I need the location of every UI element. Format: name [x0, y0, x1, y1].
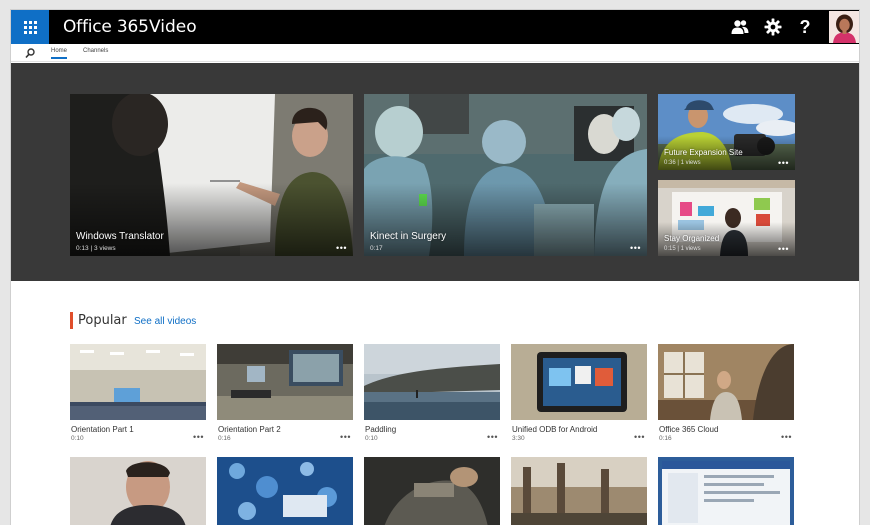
video-duration: 0:10 — [71, 435, 84, 442]
suite-brand[interactable]: Office 365 — [63, 17, 149, 37]
video-thumbnail — [658, 344, 794, 420]
video-title: Office 365 Cloud — [659, 425, 719, 434]
video-card-row2-4[interactable] — [511, 457, 647, 525]
search-icon[interactable] — [24, 47, 36, 59]
more-options-icon[interactable]: ••• — [487, 432, 498, 442]
more-options-icon[interactable]: ••• — [340, 432, 351, 442]
gear-icon — [764, 18, 782, 36]
tile-meta: 0:15 | 1 views — [664, 246, 701, 252]
app-window: Office 365 Video ? Home Channels Windows… — [10, 9, 860, 525]
featured-tile-windows-translator[interactable]: Windows Translator 0:13 | 3 views ••• — [70, 94, 353, 256]
app-launcher-icon — [23, 20, 37, 34]
video-title: Paddling — [365, 425, 397, 434]
app-title[interactable]: Video — [149, 17, 197, 37]
tile-title: Stay Organized — [664, 234, 720, 243]
user-avatar[interactable] — [829, 11, 859, 43]
tile-meta: 0:36 | 1 views — [664, 160, 701, 166]
video-card-row2-3[interactable] — [364, 457, 500, 525]
video-card-row2-5[interactable] — [658, 457, 794, 525]
settings-button[interactable] — [762, 16, 784, 38]
video-thumbnail — [217, 344, 353, 420]
more-options-icon[interactable]: ••• — [781, 432, 792, 442]
video-title: Orientation Part 2 — [218, 425, 281, 434]
video-duration: 0:10 — [365, 435, 378, 442]
video-title: Orientation Part 1 — [71, 425, 134, 434]
see-all-videos-link[interactable]: See all videos — [134, 316, 196, 327]
video-thumbnail — [70, 344, 206, 420]
more-options-icon[interactable]: ••• — [778, 159, 789, 168]
more-options-icon[interactable]: ••• — [634, 432, 645, 442]
nav-bar: Home Channels — [11, 44, 859, 62]
tile-title: Future Expansion Site — [664, 148, 743, 157]
video-card-row2-2[interactable] — [217, 457, 353, 525]
avatar-icon — [829, 11, 859, 43]
more-options-icon[interactable]: ••• — [778, 245, 789, 254]
featured-videos: Windows Translator 0:13 | 3 views ••• Ki… — [11, 63, 859, 281]
more-options-icon[interactable]: ••• — [630, 244, 641, 253]
video-thumbnail — [217, 457, 353, 525]
video-thumbnail — [364, 344, 500, 420]
video-duration: 0:16 — [659, 435, 672, 442]
video-title: Unified ODB for Android — [512, 425, 598, 434]
featured-tile-future-expansion-site[interactable]: Future Expansion Site 0:36 | 1 views ••• — [658, 94, 795, 170]
suite-bar: Office 365 Video ? — [11, 10, 859, 44]
tile-title: Kinect in Surgery — [370, 231, 447, 242]
help-icon: ? — [799, 16, 811, 37]
help-button[interactable]: ? — [794, 16, 816, 38]
section-marker — [70, 312, 73, 329]
video-thumbnail — [511, 457, 647, 525]
more-options-icon[interactable]: ••• — [336, 244, 347, 253]
video-thumbnail — [364, 457, 500, 525]
video-card-row2-1[interactable] — [70, 457, 206, 525]
popular-heading: Popular — [78, 313, 127, 328]
video-thumbnail — [70, 457, 206, 525]
featured-tile-kinect-in-surgery[interactable]: Kinect in Surgery 0:17 ••• — [364, 94, 647, 256]
video-thumbnail — [658, 457, 794, 525]
tile-meta: 0:17 — [370, 245, 383, 252]
people-icon — [731, 20, 749, 34]
tile-meta: 0:13 | 3 views — [76, 245, 116, 252]
video-duration: 3:30 — [512, 435, 525, 442]
people-button[interactable] — [729, 16, 751, 38]
tab-channels[interactable]: Channels — [83, 48, 108, 54]
more-options-icon[interactable]: ••• — [193, 432, 204, 442]
video-duration: 0:16 — [218, 435, 231, 442]
video-thumbnail — [511, 344, 647, 420]
featured-tile-stay-organized[interactable]: Stay Organized 0:15 | 1 views ••• — [658, 180, 795, 256]
app-launcher-button[interactable] — [11, 10, 49, 44]
tab-home[interactable]: Home — [51, 48, 68, 59]
tile-title: Windows Translator — [76, 231, 164, 242]
